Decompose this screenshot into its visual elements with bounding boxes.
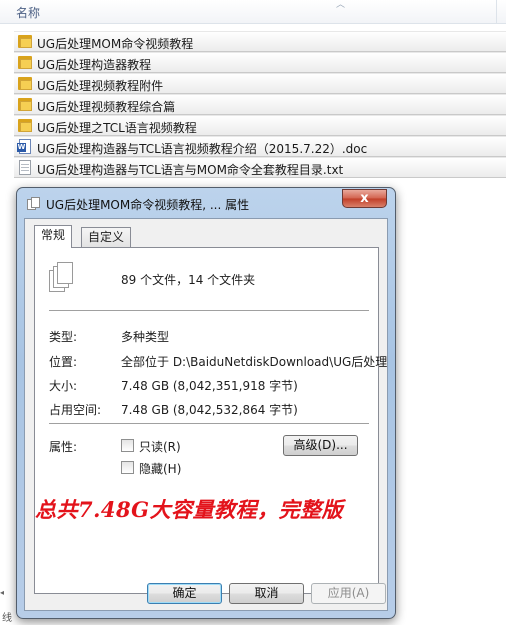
sort-arrow-icon: ︿: [336, 0, 346, 10]
folder-icon: [17, 76, 33, 91]
type-label: 类型:: [49, 330, 78, 344]
cancel-button[interactable]: 取消: [229, 583, 304, 604]
word-document-icon: W: [17, 139, 33, 154]
close-button[interactable]: x: [342, 189, 387, 208]
file-row[interactable]: UG后处理视频教程综合篇: [14, 94, 506, 115]
readonly-checkbox[interactable]: [121, 439, 134, 452]
file-row[interactable]: UG后处理构造器与TCL语言与MOM命令全套教程目录.txt: [14, 157, 506, 178]
promo-overlay-text: 总共7.48G大容量教程，完整版: [35, 497, 344, 522]
type-value: 多种类型: [121, 330, 170, 344]
file-row[interactable]: UG后处理视频教程附件: [14, 73, 506, 94]
column-divider[interactable]: [496, 0, 497, 24]
file-row[interactable]: UG后处理之TCL语言视频教程: [14, 115, 506, 136]
folder-icon: [17, 34, 33, 49]
file-name: UG后处理视频教程附件: [37, 79, 164, 93]
divider: [49, 310, 369, 312]
attributes-label: 属性:: [49, 440, 78, 454]
size-on-disk-value: 7.48 GB (8,042,532,864 字节): [121, 403, 298, 417]
hidden-checkbox[interactable]: [121, 461, 134, 474]
advanced-button[interactable]: 高级(D)...: [283, 435, 358, 456]
file-list: UG后处理MOM命令视频教程 UG后处理构造器教程 UG后处理视频教程附件 UG…: [0, 31, 506, 178]
folder-icon: [17, 97, 33, 112]
scroll-left-arrow-icon[interactable]: ◂: [0, 588, 14, 602]
size-label: 大小:: [49, 379, 78, 393]
dialog-title: UG后处理MOM命令视频教程, ... 属性: [46, 198, 250, 212]
file-name: UG后处理之TCL语言视频教程: [37, 121, 197, 135]
file-name: UG后处理构造器教程: [37, 58, 152, 72]
location-label: 位置:: [49, 355, 78, 369]
size-value: 7.48 GB (8,042,351,918 字节): [121, 379, 298, 393]
hidden-label[interactable]: 隐藏(H): [139, 460, 181, 477]
file-name: UG后处理构造器与TCL语言与MOM命令全套教程目录.txt: [37, 163, 344, 177]
file-name: UG后处理MOM命令视频教程: [37, 37, 194, 51]
location-value: 全部位于 D:\BaiduNetdiskDownload\UG后处理: [121, 355, 388, 369]
file-row[interactable]: UG后处理构造器教程: [14, 52, 506, 73]
tab-general[interactable]: 常规: [34, 225, 73, 248]
folder-icon: [17, 55, 33, 70]
readonly-label[interactable]: 只读(R): [139, 438, 181, 455]
ok-button[interactable]: 确定: [147, 583, 222, 604]
tab-custom[interactable]: 自定义: [81, 227, 132, 248]
multiple-files-icon: [27, 197, 41, 210]
size-on-disk-label: 占用空间:: [49, 403, 102, 417]
apply-button: 应用(A): [311, 583, 386, 604]
item-count: 89 个文件，14 个文件夹: [121, 273, 256, 287]
status-bar-text: 线: [2, 613, 12, 624]
multiple-files-icon: [49, 260, 75, 294]
column-header: 名称 ︿: [0, 0, 506, 24]
name-column-header[interactable]: 名称: [16, 4, 40, 21]
divider: [49, 423, 369, 425]
file-row[interactable]: UG后处理MOM命令视频教程: [14, 31, 506, 52]
general-tab-panel: 89 个文件，14 个文件夹 类型: 多种类型 位置: 全部位于 D:\Baid…: [34, 247, 387, 594]
dialog-body: 常规 自定义 89 个文件，14 个文件夹 类型: 多种类型 位置: 全部位于 …: [24, 218, 388, 611]
file-row[interactable]: W UG后处理构造器与TCL语言视频教程介绍（2015.7.22）.doc: [14, 136, 506, 157]
properties-dialog: UG后处理MOM命令视频教程, ... 属性 x 常规 自定义 89 个文件，1…: [16, 187, 396, 619]
file-name: UG后处理视频教程综合篇: [37, 100, 176, 114]
folder-icon: [17, 118, 33, 133]
file-name: UG后处理构造器与TCL语言视频教程介绍（2015.7.22）.doc: [37, 142, 368, 156]
text-file-icon: [17, 160, 33, 175]
